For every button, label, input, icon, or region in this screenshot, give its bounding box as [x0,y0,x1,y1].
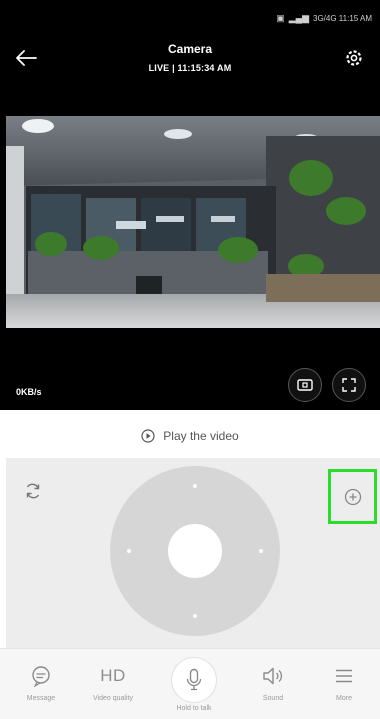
screenshot-icon [297,379,313,391]
tab-sound-label: Sound [262,695,284,702]
live-timestamp: LIVE | 11:15:34 AM [148,63,232,73]
tab-hold-to-talk-label: Hold to talk [176,705,212,712]
top-dark-area: ▣ ▂▄▆ 3G/4G 11:15 AM Camera LIVE | 11:15… [0,0,380,410]
bitrate-label: 0KB/s [16,387,42,397]
gear-icon [346,50,362,66]
tab-video-quality[interactable]: HD Video quality [84,649,142,719]
video-frame-image [6,116,380,328]
joystick-up-dot[interactable] [193,484,197,488]
fullscreen-button[interactable] [332,368,366,402]
microphone-icon [186,668,202,691]
joystick-left-dot[interactable] [127,549,131,553]
tab-hold-to-talk[interactable]: Hold to talk [164,649,224,719]
joystick-down-dot[interactable] [193,614,197,618]
settings-button[interactable] [342,46,366,70]
status-bar: ▣ ▂▄▆ 3G/4G 11:15 AM [276,11,372,25]
tab-more[interactable]: More [318,649,370,719]
screenshot-button[interactable] [288,368,322,402]
zoom-in-icon [344,488,361,505]
tab-message-label: Message [26,695,56,702]
talk-button[interactable] [171,657,217,703]
tab-message[interactable]: Message [14,649,68,719]
rotate-icon [26,483,40,499]
zoom-in-button[interactable] [328,469,377,524]
tab-sound[interactable]: Sound [246,649,300,719]
tab-more-label: More [336,695,352,702]
joystick-center[interactable] [168,524,222,578]
rotate-button[interactable] [20,478,46,504]
play-circle-icon [141,429,155,443]
menu-icon [336,669,352,683]
live-video-feed[interactable] [6,116,380,328]
notification-icon: ▣ [276,12,285,23]
hd-badge: HD [100,666,126,685]
speaker-icon [263,667,283,685]
bottom-toolbar: Message HD Video quality Hold to talk So… [0,648,380,719]
ptz-joystick[interactable] [110,466,280,636]
page-title: Camera [167,42,213,56]
fullscreen-icon [342,378,356,392]
status-time: 3G/4G 11:15 AM [313,13,372,23]
signal-icon: ▂▄▆ [288,12,309,23]
play-video-label: Play the video [163,429,239,443]
message-icon [32,666,50,687]
joystick-right-dot[interactable] [259,549,263,553]
play-video-row[interactable]: Play the video [0,426,380,446]
camera-screen: ▣ ▂▄▆ 3G/4G 11:15 AM Camera LIVE | 11:15… [0,0,380,719]
tab-video-quality-label: Video quality [93,695,133,702]
